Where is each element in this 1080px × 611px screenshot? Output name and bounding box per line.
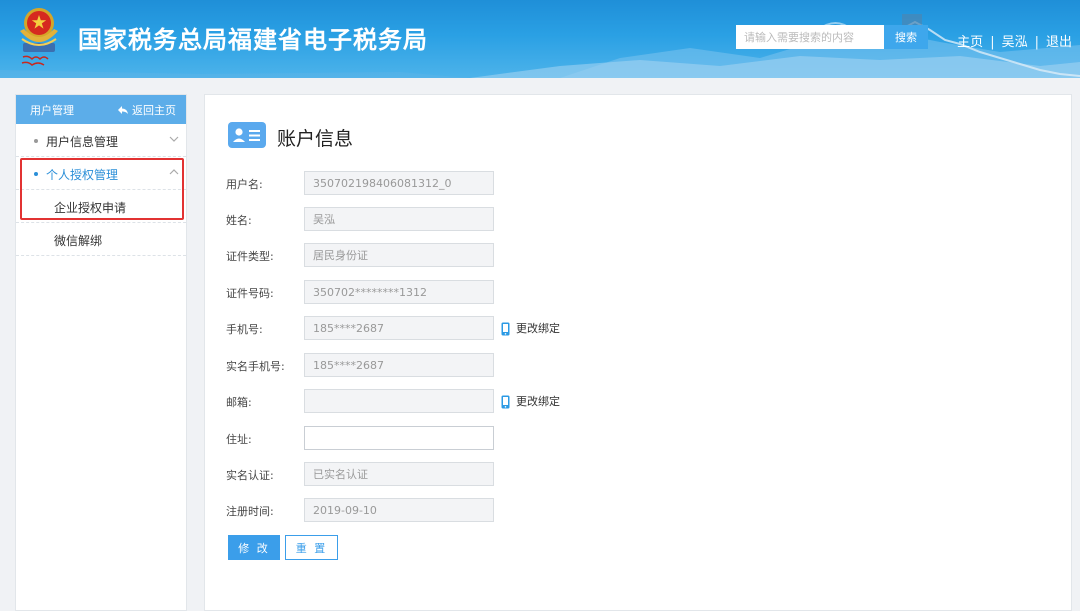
bullet-icon [34,139,38,143]
site-header: 国家税务总局福建省电子税务局 搜索 主页 | 吴泓 | 退出 [0,0,1080,78]
address-field[interactable] [304,426,494,450]
account-card-icon [228,122,266,148]
back-arrow-icon [118,106,128,114]
reset-button[interactable]: 重 置 [285,535,338,560]
change-binding-label: 更改绑定 [516,395,560,408]
sidebar-subitem-label: 企业授权申请 [54,201,127,215]
chevron-up-icon [169,169,179,175]
field-label: 注册时间: [226,505,274,518]
field-label: 邮箱: [226,396,252,409]
search-input[interactable] [736,25,884,49]
username-field[interactable] [304,171,494,195]
change-binding-label: 更改绑定 [516,322,560,335]
nav-separator: | [1034,35,1039,50]
main-panel: 账户信息 用户名: 姓名: 证件类型: 证件号码: 手机号: 更改绑定 实名手机… [204,94,1072,611]
register-date-field[interactable] [304,498,494,522]
nav-separator: | [990,35,995,50]
form-row-address: 住址: [205,426,1065,450]
sidebar-item-user-info[interactable]: 用户信息管理 [16,124,186,157]
name-field[interactable] [304,207,494,231]
field-label: 证件号码: [226,287,274,300]
phone-icon [501,395,510,409]
home-link[interactable]: 主页 [957,35,983,50]
field-label: 实名认证: [226,469,274,482]
top-nav: 主页 | 吴泓 | 退出 [957,31,1072,50]
sidebar-title: 用户管理 [30,104,74,117]
form-row-name: 姓名: [205,207,1065,231]
form-row-id-number: 证件号码: [205,280,1065,304]
sidebar-subitem-wechat-unbind[interactable]: 微信解绑 [16,223,186,256]
page-title: 账户信息 [277,128,354,150]
field-label: 证件类型: [226,250,274,263]
phone-icon [501,322,510,336]
id-number-field[interactable] [304,280,494,304]
sidebar-header: 用户管理 返回主页 [16,95,186,124]
back-home-link[interactable]: 返回主页 [118,102,176,118]
sidebar: 用户管理 返回主页 用户信息管理 个人授权管理 企业授权申请 微信解绑 [15,94,187,611]
site-title: 国家税务总局福建省电子税务局 [78,26,428,54]
form-row-id-type: 证件类型: [205,243,1065,267]
form-row-phone: 手机号: 更改绑定 [205,316,1065,340]
change-email-binding-link[interactable]: 更改绑定 [501,393,560,409]
form-row-register-date: 注册时间: [205,498,1065,522]
field-label: 住址: [226,433,252,446]
sidebar-item-label: 用户信息管理 [46,135,119,149]
field-label: 手机号: [226,323,263,336]
phone-field[interactable] [304,316,494,340]
realname-status-field[interactable] [304,462,494,486]
sidebar-item-personal-auth[interactable]: 个人授权管理 [16,157,186,190]
email-field[interactable] [304,389,494,413]
sidebar-item-label: 个人授权管理 [46,168,119,182]
search-button[interactable]: 搜索 [884,25,928,49]
chevron-down-icon [169,136,179,142]
field-label: 姓名: [226,214,252,227]
form-row-verified-phone: 实名手机号: [205,353,1065,377]
id-type-field[interactable] [304,243,494,267]
bullet-icon [34,172,38,176]
verified-phone-field[interactable] [304,353,494,377]
form-row-username: 用户名: [205,171,1065,195]
change-phone-binding-link[interactable]: 更改绑定 [501,320,560,336]
sidebar-subitem-label: 微信解绑 [54,234,103,248]
field-label: 用户名: [226,178,263,191]
back-home-label: 返回主页 [132,104,176,117]
sidebar-subitem-enterprise-auth[interactable]: 企业授权申请 [16,190,186,223]
form-row-email: 邮箱: 更改绑定 [205,389,1065,413]
form-row-realname-status: 实名认证: [205,462,1065,486]
modify-button[interactable]: 修 改 [228,535,280,560]
user-name-link[interactable]: 吴泓 [1002,35,1028,50]
field-label: 实名手机号: [226,360,285,373]
tax-emblem-icon [20,8,58,66]
logout-link[interactable]: 退出 [1046,35,1072,50]
